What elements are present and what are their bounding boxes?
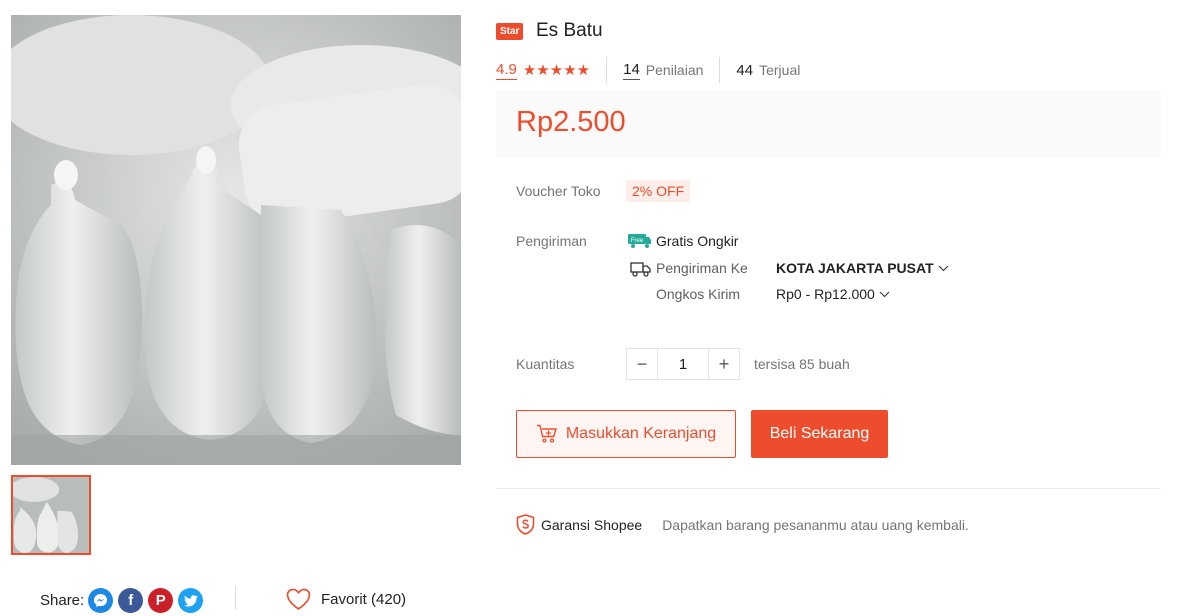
shield-icon: [516, 514, 535, 535]
chevron-down-icon: [938, 265, 949, 271]
product-price: Rp2.500: [516, 106, 626, 138]
quantity-label: Kuantitas: [516, 356, 575, 372]
truck-icon: [630, 261, 652, 282]
sold-count: 44: [736, 61, 754, 79]
heart-icon: [286, 588, 311, 610]
cart-add-icon: [536, 424, 557, 443]
voucher-label: Voucher Toko: [516, 183, 601, 199]
free-shipping-text: Gratis Ongkir: [656, 233, 739, 249]
star-badge: Star: [496, 23, 524, 40]
shipping-cost: Rp0 - Rp12.000: [776, 286, 875, 302]
messenger-icon[interactable]: [88, 588, 114, 613]
product-title: Es Batu: [536, 20, 603, 41]
quantity-increase-button[interactable]: +: [709, 349, 739, 379]
guarantee-title: Garansi Shopee: [541, 516, 643, 533]
product-main-image[interactable]: [11, 15, 461, 465]
favorite-button[interactable]: Favorit (420): [286, 588, 406, 610]
shipping-to-label: Pengiriman Ke: [656, 260, 748, 276]
voucher-badge[interactable]: 2% OFF: [626, 180, 691, 202]
guarantee-text: Dapatkan barang pesananmu atau uang kemb…: [662, 516, 969, 533]
twitter-icon[interactable]: [178, 588, 204, 613]
sold-divider: [719, 57, 721, 83]
reviews-count[interactable]: 14: [623, 61, 640, 80]
facebook-icon[interactable]: f: [118, 588, 144, 613]
free-icon-text: Free: [631, 238, 644, 244]
free-shipping-icon: Free: [626, 233, 652, 249]
shipping-destination: KOTA JAKARTA PUSAT: [776, 260, 934, 276]
shipping-destination-select[interactable]: KOTA JAKARTA PUSAT: [776, 260, 949, 276]
chevron-down-icon: [879, 291, 890, 297]
add-to-cart-label: Masukkan Keranjang: [565, 425, 717, 442]
shipping-cost-label: Ongkos Kirim: [656, 286, 741, 302]
quantity-stepper: − 1 +: [626, 348, 740, 380]
quantity-decrease-button[interactable]: −: [627, 349, 657, 379]
share-label: Share:: [40, 592, 85, 609]
share-row: Share: f P: [40, 588, 208, 613]
shipping-cost-select[interactable]: Rp0 - Rp12.000: [776, 286, 890, 302]
section-divider: [496, 488, 1161, 489]
add-to-cart-button[interactable]: Masukkan Keranjang: [516, 410, 736, 458]
share-divider: [235, 586, 236, 610]
buy-now-button[interactable]: Beli Sekarang: [751, 410, 888, 458]
quantity-input[interactable]: 1: [657, 349, 709, 379]
stock-text: tersisa 85 buah: [754, 356, 850, 372]
product-thumbnail[interactable]: [11, 475, 91, 555]
favorite-label: Favorit (420): [321, 590, 407, 608]
rating-value[interactable]: 4.9: [496, 61, 517, 80]
pinterest-icon[interactable]: P: [148, 588, 174, 613]
rating-stars-icon: ★★★★★: [522, 62, 591, 79]
rating-row: 4.9 ★★★★★ 14 Penilaian 44 Terjual: [496, 57, 800, 83]
sold-label: Terjual: [759, 62, 801, 78]
shopee-guarantee[interactable]: Garansi Shopee Dapatkan barang pesananmu…: [516, 514, 969, 535]
shipping-label: Pengiriman: [516, 233, 587, 249]
reviews-label: Penilaian: [645, 62, 704, 78]
rating-divider: [606, 57, 608, 83]
